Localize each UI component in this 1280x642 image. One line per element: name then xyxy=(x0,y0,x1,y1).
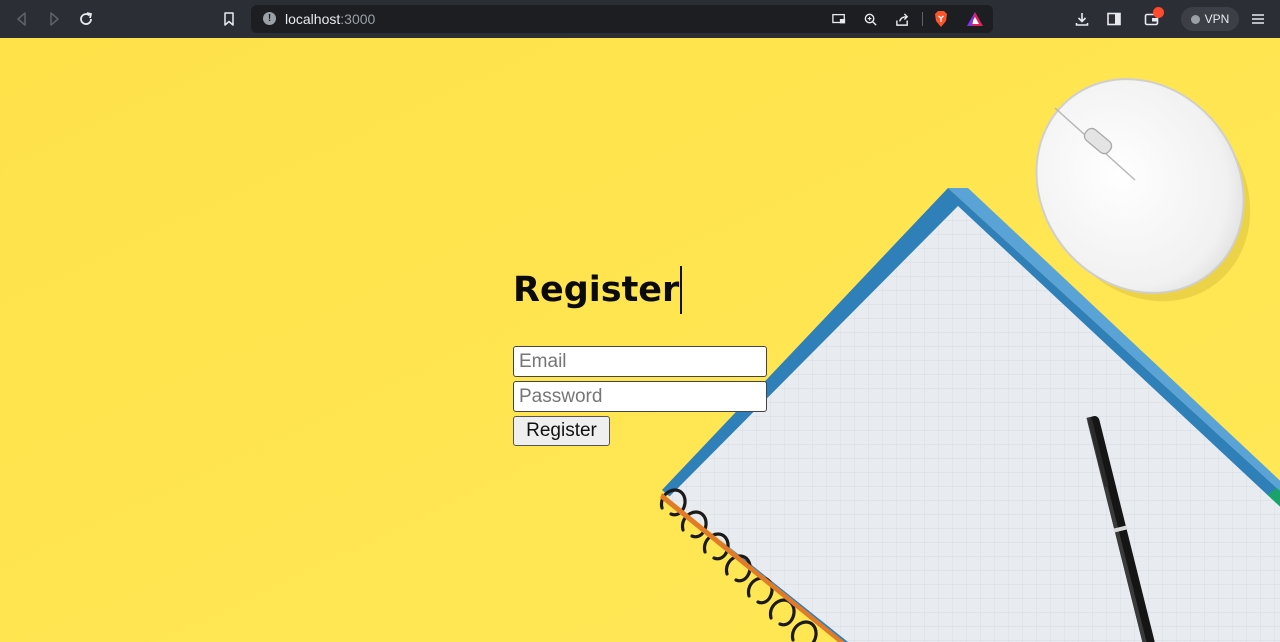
vpn-icon xyxy=(1190,14,1200,24)
forward-icon[interactable] xyxy=(42,7,66,31)
brave-shields-icon[interactable] xyxy=(931,10,951,28)
back-icon[interactable] xyxy=(10,7,34,31)
text-cursor xyxy=(680,266,683,314)
wallet-notification-badge xyxy=(1153,7,1164,18)
share-icon[interactable] xyxy=(892,10,912,28)
register-form: Register Register xyxy=(513,260,773,446)
browser-toolbar: ! localhost:3000 VPN xyxy=(0,0,1280,38)
site-info-icon[interactable]: ! xyxy=(263,12,276,25)
page-title: Register xyxy=(513,260,773,320)
cast-icon[interactable] xyxy=(829,10,849,28)
url-host: localhost xyxy=(285,11,341,27)
url-port: :3000 xyxy=(340,11,376,27)
url-text: localhost:3000 xyxy=(285,11,375,27)
reload-icon[interactable] xyxy=(74,7,98,31)
email-field[interactable] xyxy=(513,346,767,377)
download-icon[interactable] xyxy=(1070,7,1094,31)
address-bar-separator xyxy=(922,12,923,26)
menu-icon[interactable] xyxy=(1246,7,1270,31)
bookmark-icon[interactable] xyxy=(217,7,241,31)
background-image xyxy=(0,38,1280,642)
vpn-button[interactable]: VPN xyxy=(1181,7,1239,31)
wallet-icon[interactable] xyxy=(1140,7,1164,31)
page-title-text: Register xyxy=(513,270,680,310)
address-bar[interactable]: ! localhost:3000 xyxy=(251,5,993,33)
zoom-icon[interactable] xyxy=(860,10,880,28)
sidebar-icon[interactable] xyxy=(1102,7,1126,31)
brave-rewards-icon[interactable] xyxy=(965,10,985,28)
vpn-label: VPN xyxy=(1204,12,1230,26)
register-button[interactable]: Register xyxy=(513,416,610,446)
password-field[interactable] xyxy=(513,381,767,412)
page-content: Register Register xyxy=(0,38,1280,642)
